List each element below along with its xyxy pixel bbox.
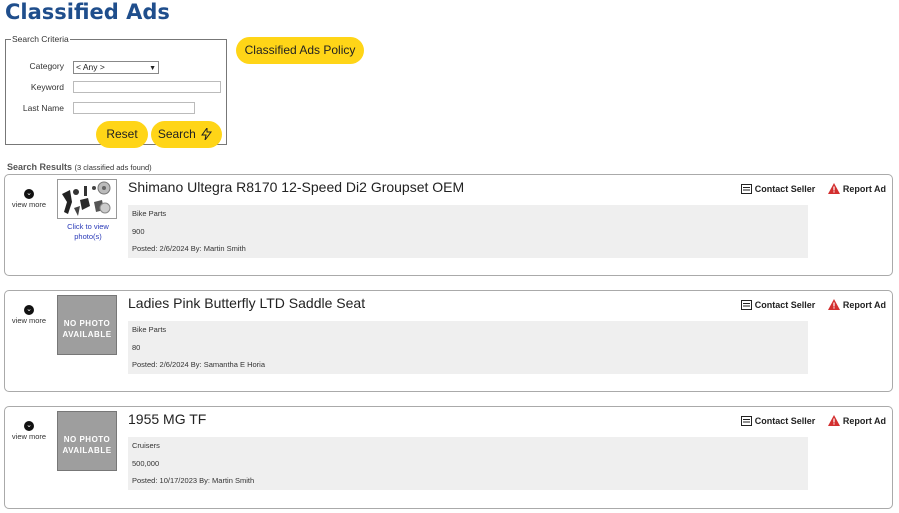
search-button[interactable]: Search — [151, 121, 222, 148]
no-photo-placeholder: NO PHOTO AVAILABLE — [57, 411, 117, 471]
ad-card: ⌄ view more Click to view photo(s) Shima… — [4, 174, 893, 276]
search-button-label: Search — [157, 127, 196, 141]
report-ad-button[interactable]: Report Ad — [827, 183, 886, 194]
chevron-down-icon: ⌄ — [24, 305, 34, 315]
contact-seller-label: Contact Seller — [754, 300, 816, 310]
view-more-label: view more — [11, 316, 47, 325]
view-more-toggle[interactable]: ⌄ view more — [9, 421, 49, 441]
message-icon — [740, 300, 752, 310]
ad-card: ⌄ view more NO PHOTO AVAILABLE 1955 MG T… — [4, 406, 893, 509]
ad-price: 80 — [132, 342, 141, 352]
category-select-value: < Any > — [76, 62, 105, 72]
ad-category: Bike Parts — [132, 325, 167, 334]
lightning-icon — [201, 128, 213, 140]
lastname-input[interactable] — [73, 102, 195, 114]
policy-button-label: Classified Ads Policy — [244, 43, 356, 57]
search-criteria-panel: Search Criteria Category < Any > ▼ Keywo… — [5, 34, 227, 148]
chevron-down-icon: ⌄ — [24, 189, 34, 199]
results-heading-label: Search Results — [7, 162, 73, 172]
ad-details: Bike Parts 900 Posted: 2/6/2024 By: Mart… — [128, 205, 808, 258]
category-select[interactable]: < Any > ▼ — [73, 61, 159, 74]
category-label: Category — [29, 61, 65, 71]
message-icon — [740, 184, 752, 194]
ad-actions: Contact Seller Report Ad — [731, 299, 886, 310]
contact-seller-button[interactable]: Contact Seller — [740, 300, 818, 310]
warning-icon — [827, 415, 840, 426]
contact-seller-button[interactable]: Contact Seller — [740, 416, 818, 426]
ad-posted-info: Posted: 10/17/2023 By: Martin Smith — [132, 476, 255, 485]
contact-seller-label: Contact Seller — [754, 184, 816, 194]
report-ad-label: Report Ad — [842, 416, 886, 426]
report-ad-label: Report Ad — [842, 300, 886, 310]
ad-posted-info: Posted: 2/6/2024 By: Martin Smith — [132, 244, 246, 253]
view-more-toggle[interactable]: ⌄ view more — [9, 305, 49, 325]
no-photo-placeholder: NO PHOTO AVAILABLE — [57, 295, 117, 355]
view-more-label: view more — [11, 432, 47, 441]
search-criteria-legend: Search Criteria — [12, 34, 69, 44]
contact-seller-button[interactable]: Contact Seller — [740, 184, 818, 194]
page-title: Classified Ads — [5, 0, 170, 24]
view-more-toggle[interactable]: ⌄ view more — [9, 189, 49, 209]
ad-card: ⌄ view more NO PHOTO AVAILABLE Ladies Pi… — [4, 290, 893, 392]
ad-posted-info: Posted: 2/6/2024 By: Samantha E Horia — [132, 360, 265, 369]
keyword-label: Keyword — [30, 82, 64, 92]
report-ad-label: Report Ad — [842, 184, 886, 194]
results-count: (3 classified ads found) — [74, 163, 152, 172]
ad-details: Cruisers 500,000 Posted: 10/17/2023 By: … — [128, 437, 808, 490]
contact-seller-label: Contact Seller — [754, 416, 816, 426]
view-more-label: view more — [11, 200, 47, 209]
classified-ads-policy-button[interactable]: Classified Ads Policy — [236, 37, 364, 64]
lastname-label: Last Name — [22, 103, 64, 113]
ad-title[interactable]: 1955 MG TF — [128, 411, 206, 427]
groupset-photo — [62, 181, 111, 216]
warning-icon — [827, 183, 840, 194]
ad-category: Cruisers — [132, 441, 160, 450]
ad-title[interactable]: Shimano Ultegra R8170 12-Speed Di2 Group… — [128, 179, 464, 195]
ad-price: 500,000 — [132, 458, 160, 468]
chevron-down-icon: ▼ — [149, 65, 156, 72]
reset-button-label: Reset — [106, 127, 138, 141]
ad-photo-thumbnail[interactable] — [57, 179, 117, 219]
click-to-view-photos-link[interactable]: Click to view photo(s) — [55, 222, 121, 242]
ad-title[interactable]: Ladies Pink Butterfly LTD Saddle Seat — [128, 295, 365, 311]
ad-actions: Contact Seller Report Ad — [731, 183, 886, 194]
ad-category: Bike Parts — [132, 209, 167, 218]
warning-icon — [827, 299, 840, 310]
ad-price: 900 — [132, 226, 145, 236]
report-ad-button[interactable]: Report Ad — [827, 415, 886, 426]
reset-button[interactable]: Reset — [96, 121, 148, 148]
report-ad-button[interactable]: Report Ad — [827, 299, 886, 310]
message-icon — [740, 416, 752, 426]
ad-details: Bike Parts 80 Posted: 2/6/2024 By: Saman… — [128, 321, 808, 374]
keyword-input[interactable] — [73, 81, 221, 93]
ad-actions: Contact Seller Report Ad — [731, 415, 886, 426]
chevron-down-icon: ⌄ — [24, 421, 34, 431]
search-results-heading: Search Results (3 classified ads found) — [7, 162, 152, 172]
